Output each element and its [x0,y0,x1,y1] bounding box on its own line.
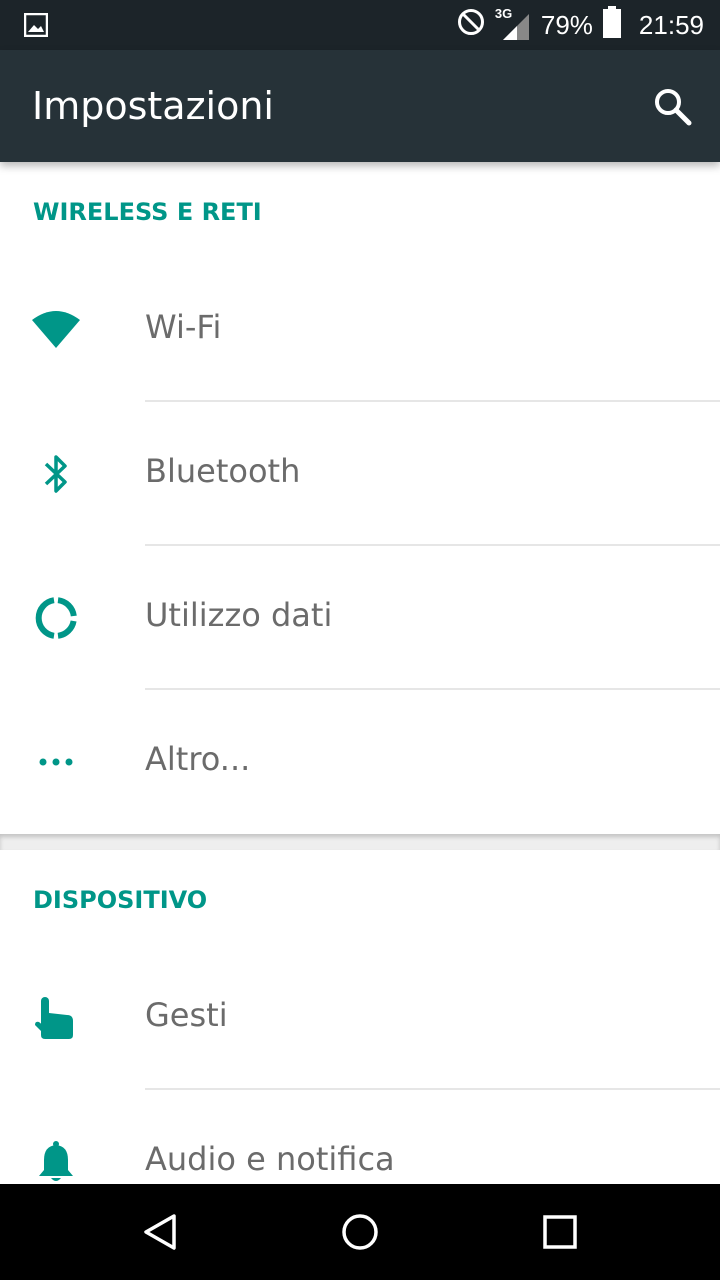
recents-icon [543,1215,577,1249]
wifi-icon [24,298,88,362]
search-icon [655,89,692,126]
settings-item-bluetooth[interactable]: Bluetooth [0,402,720,546]
signal-icon: 3G [495,6,531,42]
settings-item-label: Gesti [145,996,228,1034]
bell-icon [24,1130,88,1184]
settings-item-label: Audio e notifica [145,1140,395,1178]
settings-item-more[interactable]: Altro... [0,690,720,834]
search-button[interactable] [652,86,694,128]
do-not-disturb-icon [457,8,485,43]
settings-item-wifi[interactable]: Wi-Fi [0,258,720,402]
settings-item-audio-notification[interactable]: Audio e notifica [0,1090,720,1184]
settings-item-label: Altro... [145,740,251,778]
battery-percent: 79% [540,9,593,40]
navigation-bar [0,1184,720,1280]
settings-item-data-usage[interactable]: Utilizzo dati [0,546,720,690]
section-device: DISPOSITIVO Gesti Audio e notifica [0,850,720,1184]
settings-item-label: Bluetooth [145,452,301,490]
section-header-wireless: WIRELESS E RETI [33,198,262,226]
app-bar: Impostazioni [0,50,720,162]
data-usage-icon [24,586,88,650]
settings-item-label: Utilizzo dati [145,596,333,634]
home-icon [342,1214,378,1250]
page-title: Impostazioni [32,84,274,128]
status-bar: 3G 79% 21:59 [0,0,720,50]
section-separator [0,834,720,850]
recents-button[interactable] [540,1212,580,1252]
gesture-hand-icon [24,986,88,1050]
section-wireless: WIRELESS E RETI Wi-Fi Bluetooth Utilizzo… [0,162,720,834]
back-icon [144,1214,176,1250]
back-button[interactable] [140,1212,180,1252]
clock: 21:59 [638,9,704,40]
settings-item-label: Wi-Fi [145,308,222,346]
image-notification-icon [23,12,49,42]
section-header-device: DISPOSITIVO [33,886,208,914]
battery-icon [602,5,621,45]
home-button[interactable] [340,1212,380,1252]
settings-item-gestures[interactable]: Gesti [0,946,720,1090]
more-icon [24,730,88,794]
bluetooth-icon [24,442,88,506]
